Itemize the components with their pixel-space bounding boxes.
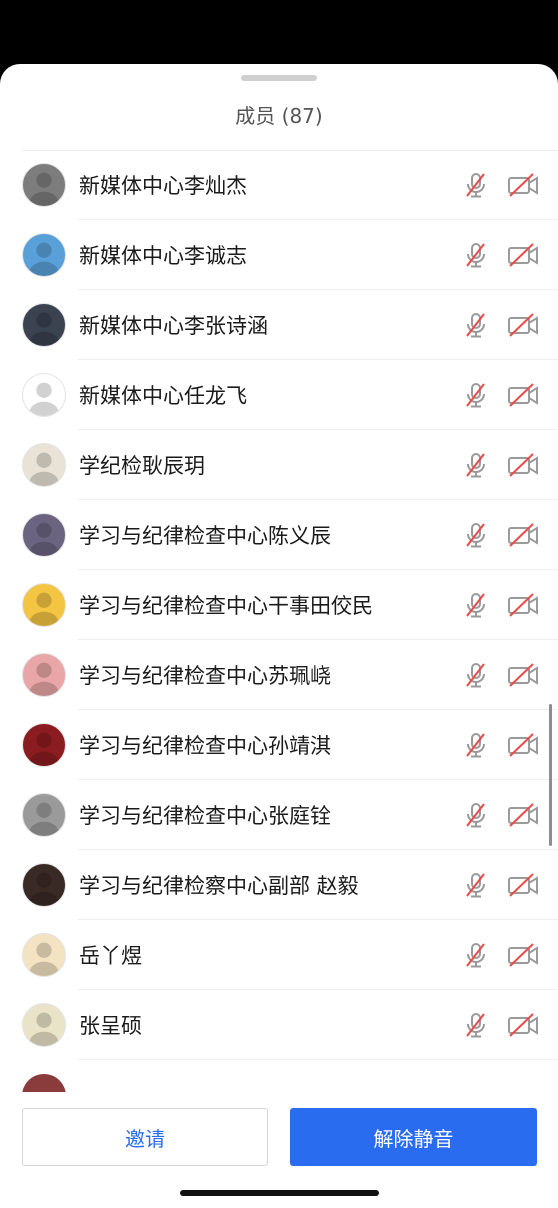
camera-off-icon[interactable] (507, 802, 539, 828)
member-name: 新媒体中心李诚志 (79, 244, 247, 268)
sheet-title: 成员 (87) (235, 104, 323, 128)
camera-off-icon[interactable] (507, 312, 539, 338)
member-row[interactable]: 学习与纪律检查中心孙靖淇 (0, 710, 558, 780)
camera-off-icon[interactable] (507, 732, 539, 758)
member-row[interactable]: 学习与纪律检查中心陈义辰 (0, 500, 558, 570)
avatar (22, 303, 66, 347)
mic-muted-icon[interactable] (462, 381, 490, 409)
members-sheet: 成员 (87) 新媒体中心李灿杰 新媒体中心李诚志 新媒体中心李张诗涵 新媒体中… (0, 64, 558, 1208)
home-indicator (180, 1190, 379, 1196)
mic-muted-icon[interactable] (462, 1011, 490, 1039)
mic-muted-icon[interactable] (462, 241, 490, 269)
camera-off-icon[interactable] (507, 242, 539, 268)
camera-off-icon[interactable] (507, 522, 539, 548)
mic-muted-icon[interactable] (462, 801, 490, 829)
mic-muted-icon[interactable] (462, 591, 490, 619)
member-name: 学习与纪律检察中心副部 赵毅 (79, 874, 359, 898)
member-name: 学习与纪律检查中心张庭铨 (79, 804, 331, 828)
avatar (22, 443, 66, 487)
member-name: 学纪检耿辰玥 (79, 454, 205, 478)
member-list[interactable]: 新媒体中心李灿杰 新媒体中心李诚志 新媒体中心李张诗涵 新媒体中心任龙飞 学纪检… (0, 150, 558, 1080)
unmute-button[interactable]: 解除静音 (290, 1108, 537, 1166)
member-name: 新媒体中心任龙飞 (79, 384, 247, 408)
avatar (22, 793, 66, 837)
footer-actions: 邀请 解除静音 (0, 1080, 558, 1208)
camera-off-icon[interactable] (507, 942, 539, 968)
member-name: 学习与纪律检查中心陈义辰 (79, 524, 331, 548)
member-name: 新媒体中心李灿杰 (79, 174, 247, 198)
mic-muted-icon[interactable] (462, 871, 490, 899)
avatar (22, 723, 66, 767)
mic-muted-icon[interactable] (462, 731, 490, 759)
avatar (22, 583, 66, 627)
avatar (22, 163, 66, 207)
member-row[interactable]: 学纪检耿辰玥 (0, 430, 558, 500)
avatar (22, 653, 66, 697)
avatar (22, 933, 66, 977)
member-name: 岳丫煜 (79, 944, 142, 968)
mic-muted-icon[interactable] (462, 451, 490, 479)
member-row[interactable]: 学习与纪律检察中心副部 赵毅 (0, 850, 558, 920)
member-row[interactable]: 新媒体中心李灿杰 (0, 150, 558, 220)
member-row[interactable]: 新媒体中心李张诗涵 (0, 290, 558, 360)
mic-muted-icon[interactable] (462, 311, 490, 339)
avatar (22, 513, 66, 557)
mic-muted-icon[interactable] (462, 521, 490, 549)
member-name: 张呈硕 (79, 1014, 142, 1038)
member-name: 学习与纪律检查中心孙靖淇 (79, 734, 331, 758)
member-name: 学习与纪律检查中心苏珮峣 (79, 664, 331, 688)
member-row[interactable]: 新媒体中心李诚志 (0, 220, 558, 290)
avatar (22, 1072, 66, 1092)
invite-button[interactable]: 邀请 (22, 1108, 268, 1166)
member-row[interactable]: 新媒体中心任龙飞 (0, 360, 558, 430)
mic-muted-icon[interactable] (462, 661, 490, 689)
scrollbar[interactable] (549, 704, 552, 846)
sheet-grabber[interactable] (241, 75, 317, 81)
camera-off-icon[interactable] (507, 662, 539, 688)
camera-off-icon[interactable] (507, 382, 539, 408)
member-row[interactable]: 学习与纪律检查中心苏珮峣 (0, 640, 558, 710)
mic-muted-icon[interactable] (462, 171, 490, 199)
camera-off-icon[interactable] (507, 452, 539, 478)
avatar (22, 373, 66, 417)
member-row[interactable]: 岳丫煜 (0, 920, 558, 990)
camera-off-icon[interactable] (507, 172, 539, 198)
camera-off-icon[interactable] (507, 872, 539, 898)
member-name: 学习与纪律检查中心干事田佼民 (79, 594, 373, 618)
member-row[interactable]: 学习与纪律检查中心干事田佼民 (0, 570, 558, 640)
avatar (22, 1003, 66, 1047)
member-name: 新媒体中心李张诗涵 (79, 314, 268, 338)
avatar (22, 863, 66, 907)
camera-off-icon[interactable] (507, 1012, 539, 1038)
member-row[interactable]: 张呈硕 (0, 990, 558, 1060)
member-row[interactable]: 学习与纪律检查中心张庭铨 (0, 780, 558, 850)
avatar (22, 233, 66, 277)
mic-muted-icon[interactable] (462, 941, 490, 969)
camera-off-icon[interactable] (507, 592, 539, 618)
